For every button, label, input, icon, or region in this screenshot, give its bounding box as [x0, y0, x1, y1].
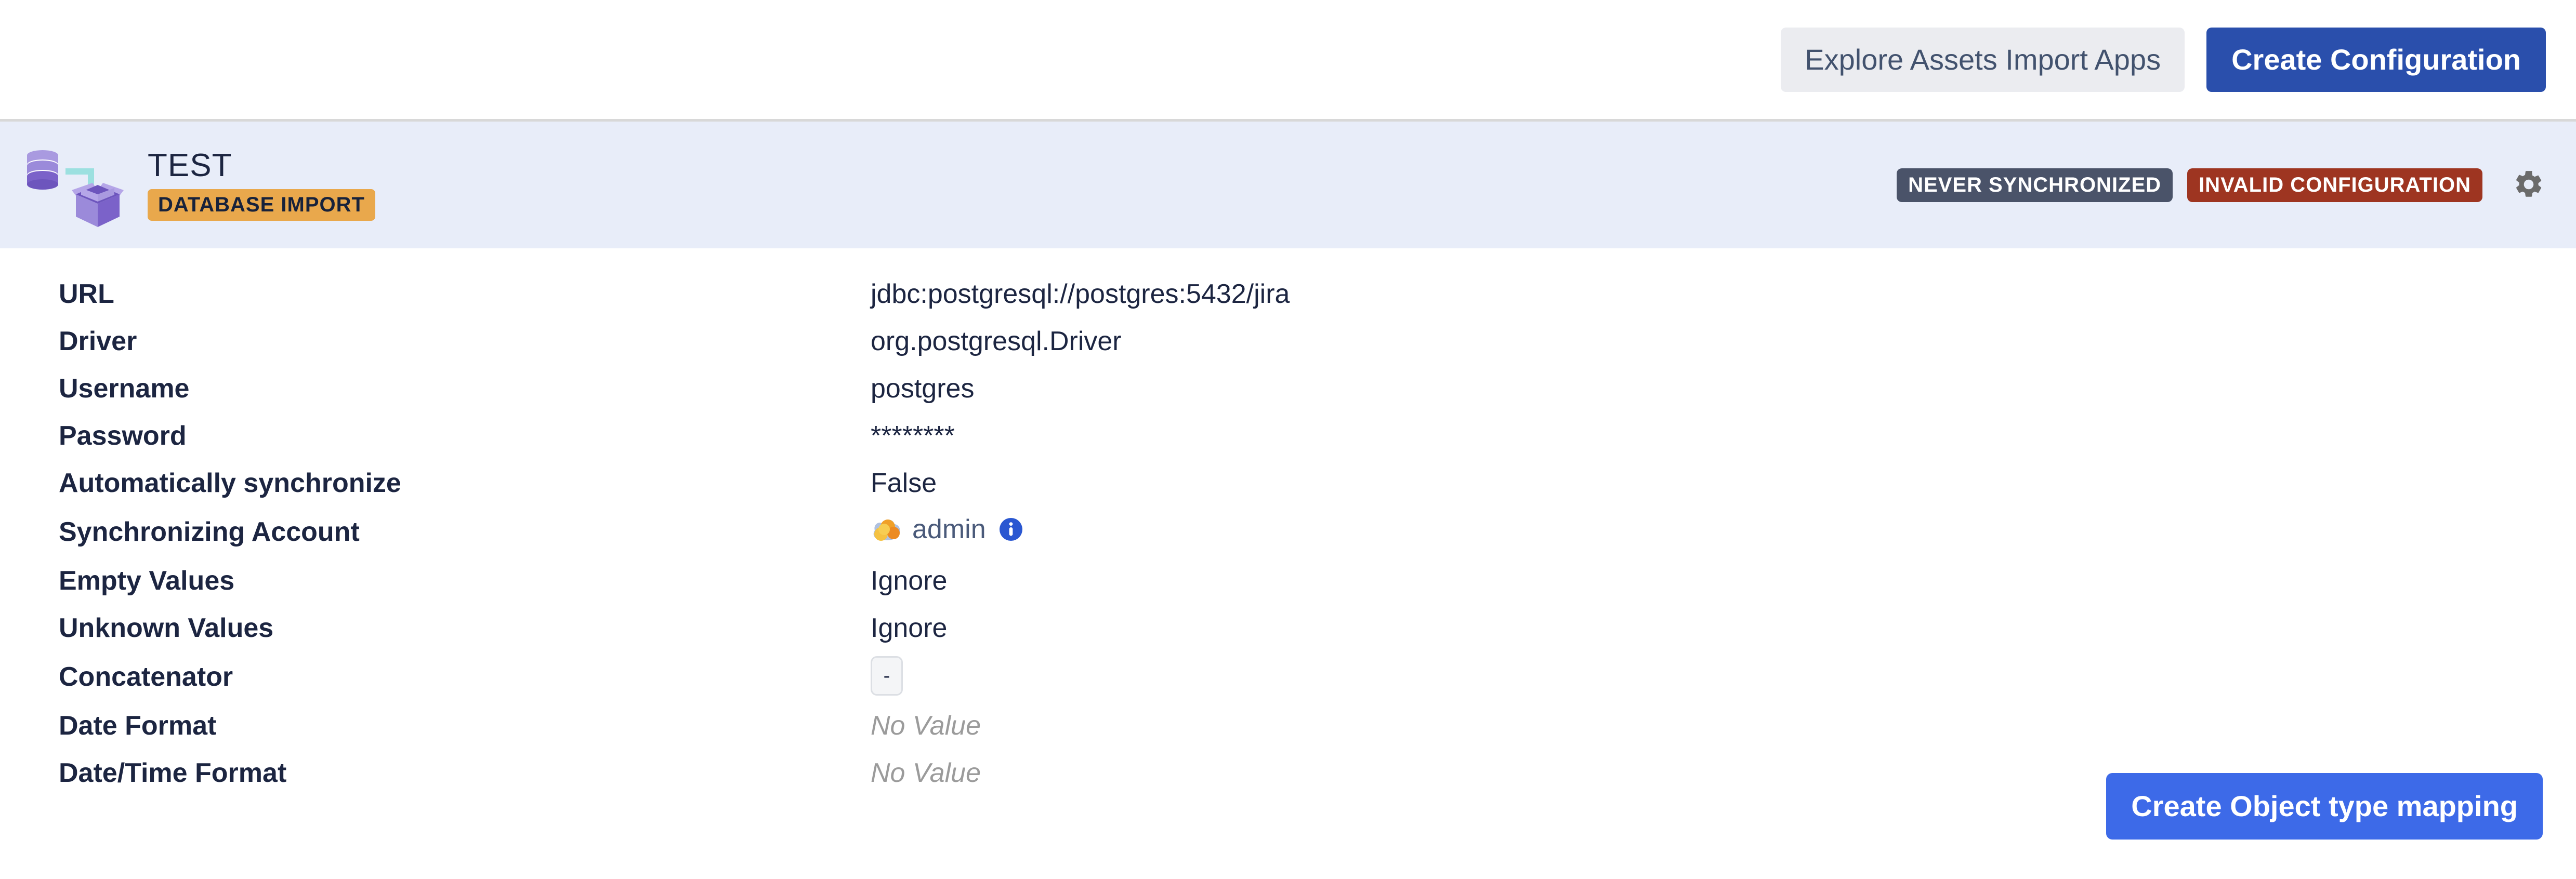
header-status-area: NEVER SYNCHRONIZED INVALID CONFIGURATION: [1897, 163, 2576, 207]
detail-row-concatenator: Concatenator -: [0, 663, 2576, 712]
concatenator-chip: -: [871, 656, 903, 696]
detail-label: Password: [0, 422, 871, 449]
detail-value-synchronizing-account: admin: [871, 518, 1023, 545]
title-block: TEST DATABASE IMPORT: [148, 150, 375, 221]
status-badge-invalid-configuration: INVALID CONFIGURATION: [2187, 168, 2482, 202]
configuration-details: URL jdbc:postgresql://postgres:5432/jira…: [0, 281, 2576, 807]
detail-row-password: Password ********: [0, 422, 2576, 470]
detail-label: Date Format: [0, 712, 871, 739]
detail-label: Driver: [0, 328, 871, 355]
detail-value-concatenator: -: [871, 663, 903, 696]
detail-value-driver: org.postgresql.Driver: [871, 328, 1122, 355]
detail-value-password: ********: [871, 422, 955, 449]
detail-label: URL: [0, 281, 871, 308]
detail-label: Username: [0, 375, 871, 402]
account-cell[interactable]: admin: [871, 513, 1023, 545]
create-configuration-button[interactable]: Create Configuration: [2206, 28, 2546, 92]
configuration-header: TEST DATABASE IMPORT NEVER SYNCHRONIZED …: [0, 119, 2576, 248]
detail-row-url: URL jdbc:postgresql://postgres:5432/jira: [0, 281, 2576, 328]
footer-action-area: Create Object type mapping: [0, 773, 2576, 840]
settings-button[interactable]: [2506, 163, 2551, 207]
detail-value-empty-values: Ignore: [871, 567, 947, 594]
page-root: Explore Assets Import Apps Create Config…: [0, 0, 2576, 879]
configuration-type-badge: DATABASE IMPORT: [148, 189, 375, 221]
detail-row-driver: Driver org.postgresql.Driver: [0, 328, 2576, 375]
detail-label: Automatically synchronize: [0, 470, 871, 497]
detail-label: Concatenator: [0, 663, 871, 690]
detail-value-date-format: No Value: [871, 712, 981, 739]
account-name: admin: [912, 516, 986, 543]
detail-row-username: Username postgres: [0, 375, 2576, 422]
detail-row-empty-values: Empty Values Ignore: [0, 567, 2576, 615]
detail-row-date-format: Date Format No Value: [0, 712, 2576, 760]
explore-assets-import-apps-button[interactable]: Explore Assets Import Apps: [1781, 28, 2185, 92]
header-identity: TEST DATABASE IMPORT: [0, 142, 375, 228]
top-toolbar: Explore Assets Import Apps Create Config…: [0, 0, 2576, 119]
create-object-type-mapping-button[interactable]: Create Object type mapping: [2106, 773, 2543, 840]
page-title: TEST: [148, 150, 375, 182]
detail-label: Empty Values: [0, 567, 871, 594]
detail-label: Unknown Values: [0, 615, 871, 642]
database-import-icon: [21, 142, 130, 228]
detail-value-username: postgres: [871, 375, 974, 402]
info-icon[interactable]: [998, 517, 1023, 542]
detail-row-synchronizing-account: Synchronizing Account admin: [0, 518, 2576, 567]
detail-label: Synchronizing Account: [0, 518, 871, 545]
detail-value-automatically-synchronize: False: [871, 470, 937, 497]
user-avatar-cloud-icon: [871, 513, 903, 545]
detail-value-url: jdbc:postgresql://postgres:5432/jira: [871, 281, 1290, 308]
detail-row-unknown-values: Unknown Values Ignore: [0, 615, 2576, 663]
detail-value-unknown-values: Ignore: [871, 615, 947, 642]
status-badge-never-synchronized: NEVER SYNCHRONIZED: [1897, 168, 2173, 202]
detail-row-automatically-synchronize: Automatically synchronize False: [0, 470, 2576, 518]
gear-icon: [2513, 168, 2545, 202]
